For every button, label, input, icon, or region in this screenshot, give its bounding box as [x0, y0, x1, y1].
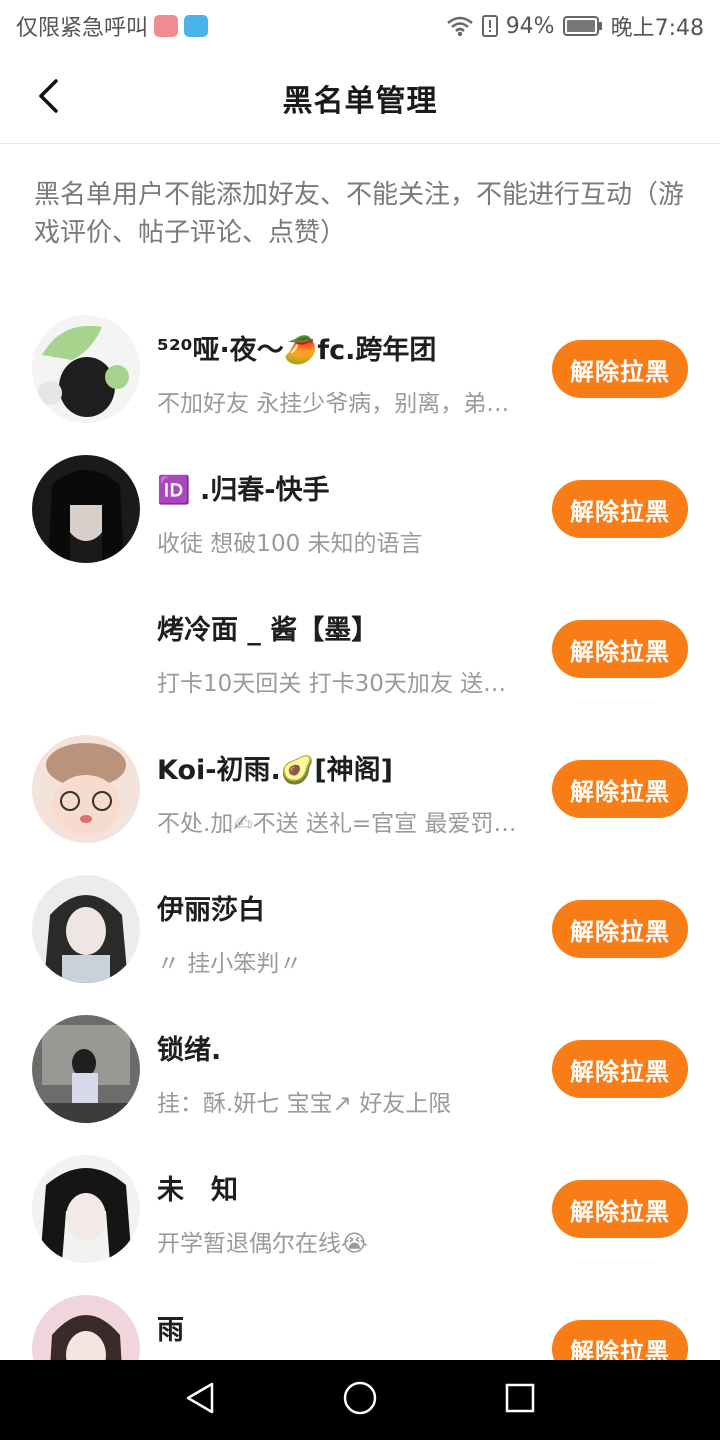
chevron-left-icon	[36, 78, 60, 118]
user-name: 🆔 .归春-快手	[157, 475, 330, 506]
avatar[interactable]	[32, 875, 140, 983]
user-signature: 不处.加✍不送 送礼=官宣 最爱罚…	[157, 811, 517, 837]
unblock-button[interactable]: 解除拉黑	[552, 760, 688, 818]
list-item: ⁵²⁰哑·夜～🥭fc.跨年团 不加好友 永挂少爷病，别离，弟… 解除拉黑	[0, 310, 720, 450]
wifi-icon	[446, 15, 474, 37]
shield-icon	[184, 15, 209, 37]
user-name: 烤冷面 _ 酱【墨】	[157, 615, 379, 646]
user-signature: 挂：酥.妍七 宝宝↗ 好友上限	[157, 1091, 452, 1117]
app-header: 黑名单管理	[0, 52, 720, 144]
list-item: 未 知 开学暂退偶尔在线😭 解除拉黑	[0, 1150, 720, 1290]
user-signature: 〃 挂小笨判〃	[157, 951, 303, 977]
battery-percent: 94%	[505, 13, 555, 39]
unblock-button[interactable]: 解除拉黑	[552, 1040, 688, 1098]
sim-alert-icon	[481, 15, 498, 37]
blacklist-list: ⁵²⁰哑·夜～🥭fc.跨年团 不加好友 永挂少爷病，别离，弟… 解除拉黑 🆔 .…	[0, 310, 720, 1430]
carrier-text: 仅限紧急呼叫	[16, 16, 149, 41]
list-item: Koi-初雨.🥑[神阁] 不处.加✍不送 送礼=官宣 最爱罚… 解除拉黑	[0, 730, 720, 870]
user-name: 锁绪.	[157, 1035, 222, 1066]
user-signature: 开学暂退偶尔在线😭	[157, 1231, 368, 1257]
user-name: 雨	[157, 1315, 184, 1346]
list-item: 伊丽莎白 〃 挂小笨判〃 解除拉黑	[0, 870, 720, 1010]
triangle-back-icon	[184, 1381, 216, 1419]
nav-home-button[interactable]	[330, 1370, 390, 1430]
avatar[interactable]	[32, 735, 140, 843]
clock: 晚上7:48	[610, 16, 704, 41]
avatar[interactable]	[32, 595, 140, 703]
user-name: Koi-初雨.🥑[神阁]	[157, 755, 394, 786]
user-name: ⁵²⁰哑·夜～🥭fc.跨年团	[157, 335, 437, 366]
nav-back-button[interactable]	[170, 1370, 230, 1430]
avatar[interactable]	[32, 455, 140, 563]
page-title: 黑名单管理	[282, 83, 438, 119]
avatar[interactable]	[32, 1015, 140, 1123]
unblock-button[interactable]: 解除拉黑	[552, 620, 688, 678]
sim-app-icon	[154, 15, 179, 37]
blacklist-description: 黑名单用户不能添加好友、不能关注，不能进行互动（游戏评价、帖子评论、点赞）	[34, 180, 685, 248]
user-signature: 收徒 想破100 未知的语言	[157, 531, 423, 557]
avatar[interactable]	[32, 315, 140, 423]
circle-home-icon	[342, 1380, 378, 1420]
square-recents-icon	[504, 1382, 536, 1418]
unblock-button[interactable]: 解除拉黑	[552, 340, 688, 398]
unblock-button[interactable]: 解除拉黑	[552, 900, 688, 958]
nav-recents-button[interactable]	[490, 1370, 550, 1430]
user-name: 未 知	[157, 1175, 238, 1206]
battery-icon	[562, 16, 603, 36]
unblock-button[interactable]: 解除拉黑	[552, 480, 688, 538]
avatar[interactable]	[32, 1155, 140, 1263]
list-item: 锁绪. 挂：酥.妍七 宝宝↗ 好友上限 解除拉黑	[0, 1010, 720, 1150]
user-signature: 不加好友 永挂少爷病，别离，弟…	[157, 391, 510, 417]
user-name: 伊丽莎白	[157, 895, 265, 926]
user-signature: 打卡10天回关 打卡30天加友 送一…	[157, 671, 527, 697]
list-item: 🆔 .归春-快手 收徒 想破100 未知的语言 解除拉黑	[0, 450, 720, 590]
system-nav-bar	[0, 1360, 720, 1440]
back-button[interactable]	[28, 74, 68, 122]
list-item: 烤冷面 _ 酱【墨】 打卡10天回关 打卡30天加友 送一… 解除拉黑	[0, 590, 720, 730]
unblock-button[interactable]: 解除拉黑	[552, 1180, 688, 1238]
status-bar: 仅限紧急呼叫 94% 晚上7:48	[0, 0, 720, 52]
